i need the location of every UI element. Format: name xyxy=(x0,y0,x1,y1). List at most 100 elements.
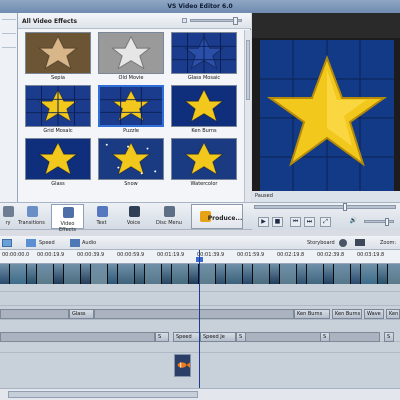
stop-button[interactable]: ■ xyxy=(272,217,283,227)
effect-label: Watercolor xyxy=(190,181,218,187)
thumbnail-size-small-icon[interactable] xyxy=(182,18,187,23)
preview-status-bar: Paused xyxy=(252,191,400,202)
transitions-icon xyxy=(26,206,38,217)
previous-frame-button[interactable]: ⏮ xyxy=(290,217,301,227)
effect-item-puzzle[interactable]: Puzzle xyxy=(98,85,164,137)
playhead[interactable] xyxy=(199,250,200,388)
main-toolbar: ry Transitions Video Effects Text Voice Disc … xyxy=(0,202,252,233)
timeline-scrollbar[interactable] xyxy=(0,388,400,400)
video-clip[interactable] xyxy=(253,264,270,284)
effect-item-glass-mosaic[interactable]: Glass Mosaic xyxy=(171,32,237,84)
speed-label[interactable]: Speed xyxy=(39,240,55,246)
effect-label: Puzzle xyxy=(123,128,139,134)
toolbar-voice-button[interactable]: Voice xyxy=(121,204,146,229)
video-clip[interactable] xyxy=(172,264,189,284)
video-clip[interactable] xyxy=(27,264,37,284)
video-clip[interactable] xyxy=(199,264,216,284)
audio-label[interactable]: Audio xyxy=(82,240,96,246)
audio-clip[interactable]: S xyxy=(236,332,246,342)
undo-icon[interactable] xyxy=(2,239,12,247)
voice-record-icon[interactable] xyxy=(339,239,347,247)
video-clip[interactable] xyxy=(64,264,81,284)
video-clip[interactable] xyxy=(270,264,280,284)
audio-clip[interactable]: S xyxy=(384,332,394,342)
video-clip[interactable] xyxy=(10,264,27,284)
scrollbar-thumb[interactable] xyxy=(246,40,250,100)
video-clip[interactable] xyxy=(54,264,64,284)
effect-clip[interactable]: Wave xyxy=(364,309,384,319)
effect-item-snow[interactable]: Snow xyxy=(98,138,164,190)
toolbar-button-label: Voice xyxy=(126,220,141,226)
video-effects-icon xyxy=(62,207,74,218)
video-clip[interactable] xyxy=(351,264,361,284)
video-clip[interactable] xyxy=(118,264,135,284)
video-clip[interactable] xyxy=(189,264,199,284)
volume-thumb[interactable] xyxy=(385,218,389,226)
effect-clip[interactable]: Ken Burns xyxy=(332,309,362,319)
audio-clip[interactable]: S xyxy=(320,332,330,342)
effect-item-watercolor[interactable]: Watercolor xyxy=(171,138,237,190)
effect-item-glass[interactable]: Glass xyxy=(25,138,91,190)
ruler-tick: 00:03:19.8 xyxy=(357,252,385,258)
next-frame-button[interactable]: ⏭ xyxy=(304,217,315,227)
video-clip[interactable] xyxy=(108,264,118,284)
play-button[interactable]: ▶ xyxy=(258,217,269,227)
video-clip[interactable] xyxy=(135,264,145,284)
video-clip[interactable] xyxy=(388,264,400,284)
video-clip[interactable] xyxy=(280,264,297,284)
video-clip[interactable] xyxy=(162,264,172,284)
effect-thumbnail xyxy=(98,32,164,74)
video-clip[interactable] xyxy=(243,264,253,284)
video-clip[interactable] xyxy=(91,264,108,284)
volume-slider[interactable] xyxy=(364,218,394,226)
video-clip[interactable] xyxy=(297,264,307,284)
toolbar-video-effects-button[interactable]: Video Effects xyxy=(51,204,84,233)
effect-clip[interactable]: Ken xyxy=(386,309,400,319)
ruler-tick: 00:00:00.0 xyxy=(2,252,30,258)
video-clip[interactable] xyxy=(334,264,351,284)
toolbar-ry-button[interactable]: ry xyxy=(0,204,16,229)
audio-clip[interactable]: Speed Je xyxy=(200,332,236,342)
video-clip[interactable] xyxy=(37,264,54,284)
video-clip[interactable] xyxy=(361,264,378,284)
toolbar-transitions-button[interactable]: Transitions xyxy=(17,204,46,229)
audio-track-segment[interactable] xyxy=(0,332,155,342)
storyboard-label[interactable]: Storyboard xyxy=(307,240,335,246)
toolbar-text-button[interactable]: Text xyxy=(89,204,114,229)
lane-divider xyxy=(0,291,400,292)
playback-progress-bar[interactable] xyxy=(254,203,396,211)
effect-item-grid-mosaic[interactable]: Grid Mosaic xyxy=(25,85,91,137)
voice-icon xyxy=(128,206,140,217)
video-clip[interactable] xyxy=(378,264,388,284)
slider-thumb[interactable] xyxy=(233,17,238,25)
video-track[interactable] xyxy=(0,264,400,284)
audio-clip[interactable]: Speed xyxy=(173,332,200,342)
monitor-icon[interactable] xyxy=(355,239,365,246)
thumbnail-size-slider[interactable] xyxy=(190,17,242,25)
effect-track-segment[interactable] xyxy=(94,309,294,319)
effect-item-ken-burns[interactable]: Ken Burns xyxy=(171,85,237,137)
effect-item-sepia[interactable]: Sepia xyxy=(25,32,91,84)
timeline-scrollbar-thumb[interactable] xyxy=(8,391,198,398)
overlay-clip-thumbnail[interactable] xyxy=(174,354,191,377)
toolbar-produce-button[interactable]: Produce... xyxy=(191,204,243,229)
effect-label: Snow xyxy=(124,181,138,187)
video-clip[interactable] xyxy=(0,264,10,284)
progress-thumb[interactable] xyxy=(343,203,347,211)
effect-item-old-movie[interactable]: Old Movie xyxy=(98,32,164,84)
toolbar-button-label: Text xyxy=(96,220,107,226)
effect-clip[interactable]: Glass xyxy=(69,309,94,319)
effects-scrollbar[interactable] xyxy=(244,30,251,202)
window-title: VS Video Editor 6.0 xyxy=(167,3,233,10)
video-clip[interactable] xyxy=(307,264,324,284)
video-clip[interactable] xyxy=(81,264,91,284)
audio-clip[interactable]: S xyxy=(155,332,169,342)
toolbar-disc-menu-button[interactable]: Disc Menu xyxy=(151,204,187,229)
effect-clip[interactable]: Ken Burns xyxy=(294,309,330,319)
effect-track-segment[interactable] xyxy=(0,309,69,319)
video-clip[interactable] xyxy=(216,264,226,284)
video-clip[interactable] xyxy=(324,264,334,284)
video-clip[interactable] xyxy=(145,264,162,284)
fullscreen-button[interactable]: ⤢ xyxy=(320,217,331,227)
video-clip[interactable] xyxy=(226,264,243,284)
